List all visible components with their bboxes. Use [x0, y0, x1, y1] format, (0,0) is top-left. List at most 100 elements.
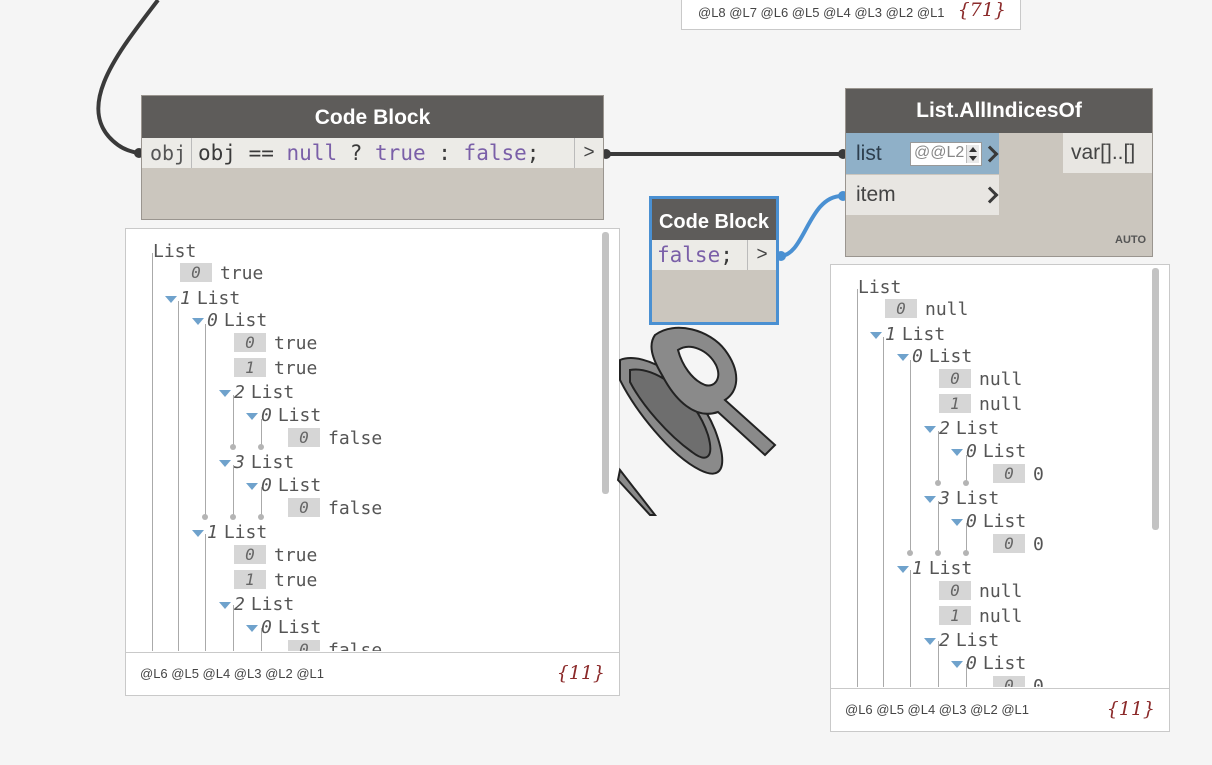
tree-row[interactable]: 0 List: [951, 441, 1026, 463]
tree-row[interactable]: 0 List: [897, 346, 972, 368]
tree-row: 0 null: [885, 299, 968, 321]
tree-row[interactable]: 0 List: [192, 310, 267, 332]
tree-value: null: [979, 394, 1023, 415]
tree-value: false: [328, 498, 383, 519]
code-block-node-main[interactable]: Code Block obj obj == null ? true : fals…: [141, 95, 604, 220]
tree-row: List: [858, 277, 901, 299]
expand-triangle-icon[interactable]: [219, 460, 231, 467]
tree-value: true: [274, 545, 318, 566]
list-level-selector[interactable]: @@L2: [910, 142, 982, 166]
tree-row[interactable]: 2 List: [924, 630, 999, 652]
tree-row[interactable]: 3 List: [924, 488, 999, 510]
expand-triangle-icon[interactable]: [870, 332, 882, 339]
expand-triangle-icon[interactable]: [192, 530, 204, 537]
tree-value: null: [925, 299, 969, 320]
expand-triangle-icon[interactable]: [192, 318, 204, 325]
tree-row[interactable]: 0 List: [246, 475, 321, 497]
expand-triangle-icon[interactable]: [246, 483, 258, 490]
tree-index: 0: [966, 441, 977, 462]
output-port[interactable]: >: [747, 240, 776, 270]
tree-value: List: [196, 288, 241, 309]
input-port-list[interactable]: list @@L2: [846, 133, 999, 174]
tree-guide-line: [938, 431, 939, 483]
preview-levels: @L6 @L5 @L4 @L3 @L2 @L1: [845, 702, 1029, 717]
expand-triangle-icon[interactable]: [246, 413, 258, 420]
expand-triangle-icon[interactable]: [246, 625, 258, 632]
preview-levels: @L6 @L5 @L4 @L3 @L2 @L1: [140, 666, 324, 681]
expand-triangle-icon[interactable]: [924, 426, 936, 433]
expand-triangle-icon[interactable]: [219, 390, 231, 397]
tree-value: List: [901, 324, 946, 345]
lacing-indicator[interactable]: AUTO: [1115, 234, 1146, 246]
tree-index: 0: [885, 299, 917, 318]
output-port[interactable]: >: [574, 138, 603, 168]
chevron-right-icon: [981, 186, 999, 204]
spinner-updown-icon[interactable]: [966, 145, 979, 163]
tree-value: List: [982, 441, 1027, 462]
tree-row: 00: [993, 676, 1044, 687]
tree-guide-line: [233, 605, 234, 651]
tree-row[interactable]: 1 List: [192, 522, 267, 544]
node-title[interactable]: List.AllIndicesOf: [846, 89, 1152, 133]
tree-value: List: [223, 310, 268, 331]
expand-triangle-icon[interactable]: [897, 354, 909, 361]
expand-triangle-icon[interactable]: [951, 449, 963, 456]
tree-row[interactable]: 1 List: [897, 558, 972, 580]
tree-guide-line: [938, 501, 939, 553]
expand-triangle-icon[interactable]: [219, 602, 231, 609]
tree-end-dot: [258, 444, 264, 450]
all-indices-of-node[interactable]: List.AllIndicesOf list @@L2 item var[]..…: [845, 88, 1153, 257]
tree-value: List: [982, 511, 1027, 532]
right-preview-tree[interactable]: List 0 null 1 List 0 List 0 null 1 null 2 List 0 List 0…: [831, 265, 1169, 687]
scrollbar-thumb[interactable]: [1152, 268, 1159, 530]
code-token: obj: [198, 141, 236, 165]
tree-row[interactable]: 2 List: [219, 382, 294, 404]
tree-index: 0: [288, 640, 320, 651]
tree-guide-line: [205, 534, 206, 651]
tree-row[interactable]: 0 List: [951, 511, 1026, 533]
tree-value: true: [274, 570, 318, 591]
tree-index: 1: [885, 324, 896, 345]
tree-row[interactable]: 0 List: [246, 617, 321, 639]
tree-row[interactable]: 2 List: [924, 418, 999, 440]
tree-value: List: [277, 617, 322, 638]
wire-small-to-item[interactable]: [779, 194, 843, 258]
expand-triangle-icon[interactable]: [924, 496, 936, 503]
tree-index: 0: [912, 346, 923, 367]
input-port-item[interactable]: item: [846, 175, 999, 215]
tree-index: 0: [261, 405, 272, 426]
tree-index: 1: [234, 570, 266, 589]
code-block-node-false[interactable]: Code Block false; >: [649, 196, 779, 325]
expand-triangle-icon[interactable]: [951, 661, 963, 668]
tree-row[interactable]: 1 List: [870, 324, 945, 346]
expand-triangle-icon[interactable]: [951, 519, 963, 526]
tree-row: 0 false: [288, 640, 382, 651]
tree-row[interactable]: 3 List: [219, 452, 294, 474]
tree-value: List: [250, 594, 295, 615]
tree-row[interactable]: 0 List: [951, 653, 1026, 675]
expand-triangle-icon[interactable]: [924, 638, 936, 645]
expand-triangle-icon[interactable]: [165, 296, 177, 303]
code-editor[interactable]: obj == null ? true : false;: [198, 138, 539, 168]
tree-guide-line: [178, 301, 179, 651]
code-editor[interactable]: false;: [657, 240, 733, 270]
node-title[interactable]: Code Block: [652, 199, 776, 240]
tree-index: 2: [234, 594, 245, 615]
node-title[interactable]: Code Block: [142, 96, 603, 138]
tree-value: 0: [1033, 534, 1044, 555]
tree-index: 0: [234, 545, 266, 564]
tree-row[interactable]: 1 List: [165, 288, 240, 310]
output-port[interactable]: var[]..[]: [1063, 133, 1152, 173]
input-port-obj[interactable]: obj: [142, 138, 192, 168]
expand-triangle-icon[interactable]: [897, 566, 909, 573]
tree-end-dot: [963, 550, 969, 556]
tree-row: List: [153, 241, 196, 263]
left-preview-tree[interactable]: List 0 true 1 List 0 List 0 true 1 true 2 List 0 List 0…: [126, 229, 619, 651]
tree-row: 0 false: [288, 428, 382, 450]
tree-guide-line: [261, 628, 262, 651]
tree-row[interactable]: 0 List: [246, 405, 321, 427]
tree-guide-line: [938, 641, 939, 687]
tree-index: 0: [993, 676, 1025, 687]
port-label-item: item: [856, 183, 896, 206]
tree-row[interactable]: 2 List: [219, 594, 294, 616]
